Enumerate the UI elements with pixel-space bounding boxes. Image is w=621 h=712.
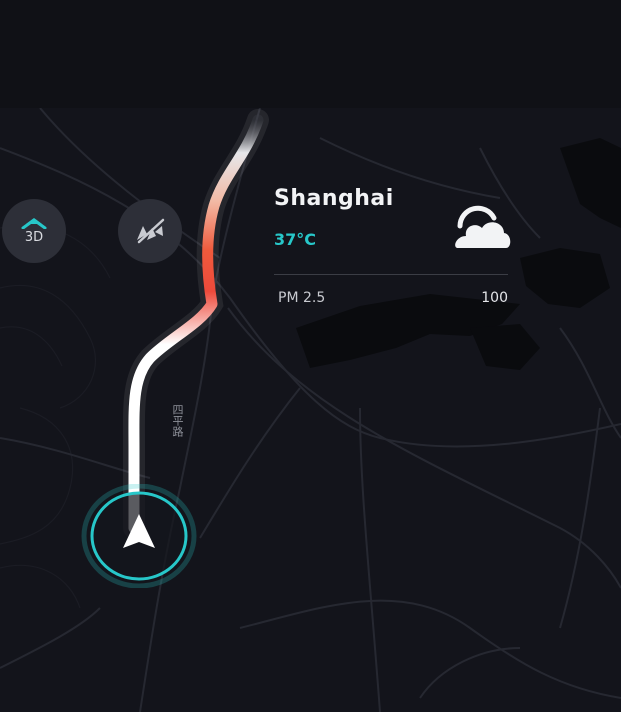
- weather-city: Shanghai: [274, 186, 394, 211]
- 3d-view-button[interactable]: 3D: [2, 199, 66, 263]
- weather-temperature: 37°C: [274, 230, 317, 249]
- pm25-value: 100: [481, 290, 508, 306]
- road-name-label: 四平路: [171, 404, 184, 437]
- voice-mute-icon: [137, 218, 165, 244]
- pm25-label: PM 2.5: [278, 290, 326, 306]
- top-bar: [0, 0, 621, 108]
- building-blocks: [296, 138, 621, 370]
- weather-divider: [274, 274, 508, 275]
- voice-toggle-button[interactable]: [118, 199, 182, 263]
- navigation-screen: 3D Shanghai 37°C PM 2.5 100 四平路: [0, 0, 621, 712]
- 3d-view-label: 3D: [24, 230, 44, 245]
- partly-cloudy-icon: [455, 205, 511, 248]
- vehicle-locator: [81, 484, 197, 588]
- 3d-view-icon: [21, 218, 47, 229]
